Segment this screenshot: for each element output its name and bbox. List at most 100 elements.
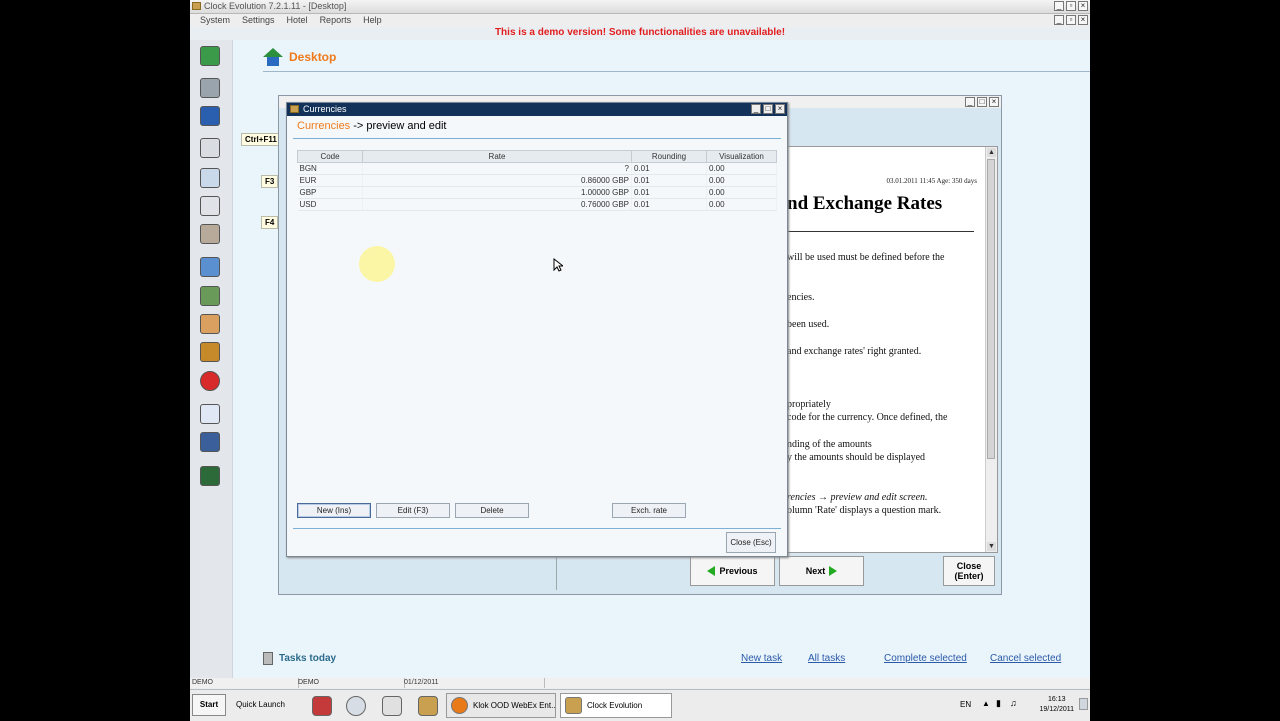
- menu-hotel[interactable]: Hotel: [281, 14, 314, 27]
- hotel-building-icon[interactable]: [200, 78, 220, 98]
- next-button[interactable]: Next: [779, 556, 864, 586]
- currencies-maximize-button[interactable]: □: [763, 104, 773, 114]
- help-footer-panel: [279, 554, 557, 590]
- cell-code: EUR: [297, 174, 363, 187]
- column-header-rate[interactable]: Rate: [362, 150, 632, 163]
- currencies-minimize-button[interactable]: _: [751, 104, 761, 114]
- quicklaunch-app-icon[interactable]: [312, 696, 332, 716]
- help-maximize-button[interactable]: □: [977, 97, 987, 107]
- cell-rounding: 0.01: [631, 186, 707, 199]
- new-task-link[interactable]: New task: [741, 653, 782, 664]
- status-date: 01/12/2011: [402, 678, 545, 688]
- menu-help[interactable]: Help: [357, 14, 388, 27]
- help-close-label: Close: [956, 561, 982, 571]
- minimize-button[interactable]: _: [1054, 1, 1064, 11]
- network-icon[interactable]: ▮: [996, 698, 1001, 709]
- status-database: DEMO: [296, 678, 405, 688]
- menu-settings[interactable]: Settings: [236, 14, 281, 27]
- mdi-minimize-button[interactable]: _: [1054, 15, 1064, 25]
- shortcut-f4: F4: [261, 216, 279, 229]
- help-heading: nd Exchange Rates: [787, 193, 943, 214]
- currencies-close-button[interactable]: Close (Esc): [726, 532, 776, 553]
- cell-visualization: 0.00: [706, 162, 777, 175]
- currencies-close-x-button[interactable]: ×: [775, 104, 785, 114]
- currencies-app-icon: [290, 105, 299, 113]
- scroll-up-icon[interactable]: ▲: [987, 148, 996, 157]
- edit-button[interactable]: Edit (F3): [376, 503, 450, 518]
- clock-evolution-icon: [565, 697, 582, 714]
- help-close-button[interactable]: Close (Enter): [943, 556, 995, 586]
- title-bar: Clock Evolution 7.2.1.11 - [Desktop] _ ▫…: [190, 0, 1090, 14]
- staff-edit-icon[interactable]: [200, 314, 220, 334]
- table-row[interactable]: USD 0.76000 GBP 0.01 0.00: [297, 198, 777, 211]
- help-scrollbar[interactable]: ▲ ▼: [985, 147, 997, 552]
- close-button[interactable]: ×: [1078, 1, 1088, 11]
- taskbar-item-webex[interactable]: Klok OOD WebEx Ent...: [446, 693, 556, 718]
- scroll-down-icon[interactable]: ▼: [987, 542, 996, 551]
- tray-clock[interactable]: 16:13 19/12/2011: [1039, 695, 1074, 715]
- menu-bar: System Settings Hotel Reports Help _ ▫ ×: [190, 14, 1090, 27]
- desktop-title: Desktop: [289, 50, 337, 64]
- safe-icon[interactable]: [200, 342, 220, 362]
- language-indicator[interactable]: EN: [960, 700, 971, 709]
- previous-button[interactable]: Previous: [690, 556, 775, 586]
- guest-card-icon[interactable]: [200, 196, 220, 216]
- mail-icon[interactable]: [200, 404, 220, 424]
- column-header-rounding[interactable]: Rounding: [631, 150, 707, 163]
- cancel-selected-link[interactable]: Cancel selected: [990, 653, 1061, 664]
- help-minimize-button[interactable]: _: [965, 97, 975, 107]
- home-icon[interactable]: [200, 46, 220, 66]
- column-header-code[interactable]: Code: [297, 150, 363, 163]
- currencies-table: Code Rate Rounding Visualization BGN ? 0…: [297, 150, 777, 211]
- tasks-icon: [263, 652, 273, 665]
- taskbar-clock-label: Clock Evolution: [587, 701, 643, 710]
- monitor-icon[interactable]: [200, 106, 220, 126]
- calendar-icon[interactable]: [200, 138, 220, 158]
- currencies-header-rest: -> preview and edit: [350, 120, 447, 132]
- mdi-restore-button[interactable]: ▫: [1066, 15, 1076, 25]
- show-desktop-icon[interactable]: [1079, 698, 1088, 710]
- tools-icon[interactable]: [200, 432, 220, 452]
- volume-icon[interactable]: ♫: [1010, 698, 1017, 708]
- help-close-x-button[interactable]: ×: [989, 97, 999, 107]
- cell-visualization: 0.00: [706, 174, 777, 187]
- scroll-thumb[interactable]: [987, 159, 995, 459]
- column-header-visualization[interactable]: Visualization: [706, 150, 777, 163]
- new-button[interactable]: New (Ins): [297, 503, 371, 518]
- cell-code: GBP: [297, 186, 363, 199]
- mdi-close-button[interactable]: ×: [1078, 15, 1088, 25]
- restore-button[interactable]: ▫: [1066, 1, 1076, 11]
- help-line: been used.: [787, 319, 830, 330]
- exit-door-icon[interactable]: [200, 466, 220, 486]
- restaurant-icon[interactable]: [200, 371, 220, 391]
- firefox-icon: [451, 697, 468, 714]
- delete-button[interactable]: Delete: [455, 503, 529, 518]
- reception-person-icon[interactable]: [200, 224, 220, 244]
- help-line: code for the currency. Once defined, the: [787, 412, 948, 423]
- quicklaunch-diamond-icon[interactable]: [382, 696, 402, 716]
- taskbar-item-clock-evolution[interactable]: Clock Evolution: [560, 693, 672, 718]
- menu-system[interactable]: System: [194, 14, 236, 27]
- help-line: and exchange rates' right granted.: [787, 346, 922, 357]
- previous-label: Previous: [719, 566, 758, 576]
- help-close-sublabel: (Enter): [954, 571, 984, 581]
- currencies-header: Currencies -> preview and edit: [297, 120, 447, 132]
- tray-arrow-icon[interactable]: ▲: [982, 699, 990, 708]
- currencies-title-bar: Currencies _ □ ×: [287, 103, 787, 116]
- complete-selected-link[interactable]: Complete selected: [884, 653, 967, 664]
- exchange-rate-button[interactable]: Exch. rate: [612, 503, 686, 518]
- table-row[interactable]: EUR 0.86000 GBP 0.01 0.00: [297, 174, 777, 187]
- help-line: y the amounts should be displayed: [787, 452, 926, 463]
- search-document-icon[interactable]: [200, 168, 220, 188]
- quicklaunch-box-icon[interactable]: [418, 696, 438, 716]
- start-button[interactable]: Start: [192, 694, 226, 716]
- table-row[interactable]: BGN ? 0.01 0.00: [297, 162, 777, 175]
- menu-reports[interactable]: Reports: [314, 14, 358, 27]
- cashier-icon[interactable]: [200, 286, 220, 306]
- all-tasks-link[interactable]: All tasks: [808, 653, 845, 664]
- spreadsheet-icon[interactable]: [200, 257, 220, 277]
- quicklaunch-compass-icon[interactable]: [346, 696, 366, 716]
- currencies-footer-divider: [293, 528, 781, 529]
- cell-visualization: 0.00: [706, 186, 777, 199]
- table-row[interactable]: GBP 1.00000 GBP 0.01 0.00: [297, 186, 777, 199]
